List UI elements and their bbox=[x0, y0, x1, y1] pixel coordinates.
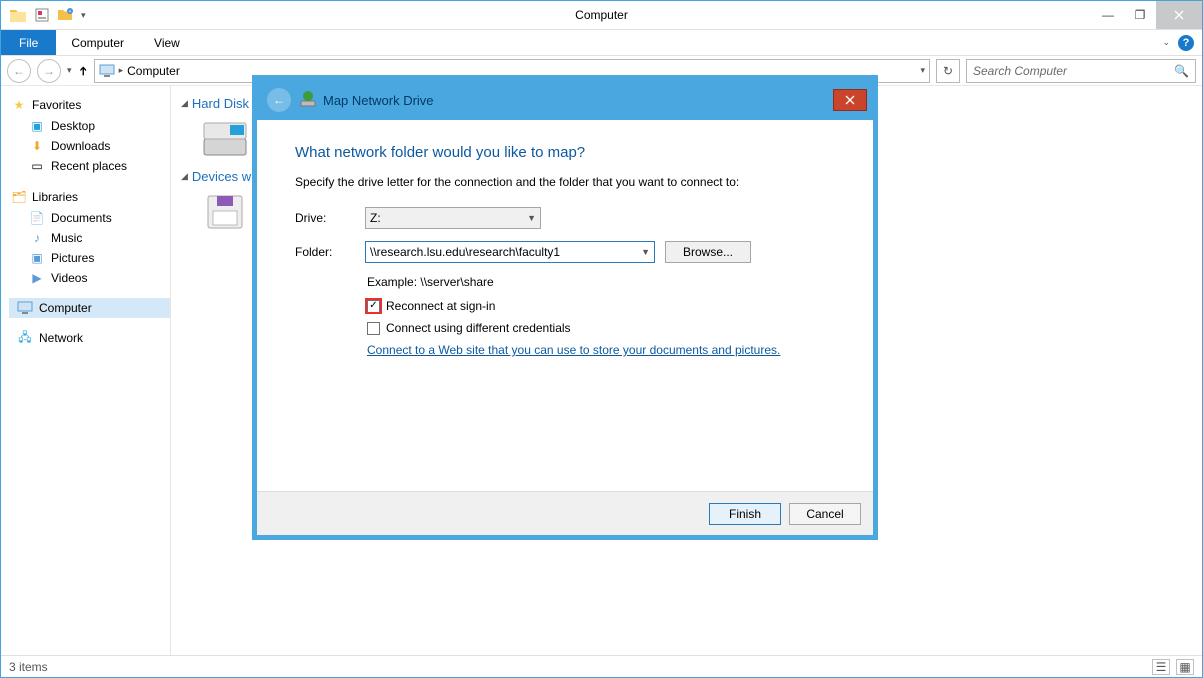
dialog-back-button[interactable]: ← bbox=[267, 88, 291, 112]
star-icon: ★ bbox=[11, 97, 27, 113]
minimize-button[interactable]: — bbox=[1092, 1, 1124, 29]
computer-icon bbox=[99, 63, 115, 79]
videos-icon: ▶ bbox=[29, 270, 45, 286]
libraries-icon: 🗂 bbox=[11, 189, 27, 205]
web-connect-link[interactable]: Connect to a Web site that you can use t… bbox=[367, 343, 835, 357]
svg-text:+: + bbox=[69, 9, 72, 15]
pictures-icon: ▣ bbox=[29, 250, 45, 266]
ribbon-bar: File Computer View ⌄ ? bbox=[1, 30, 1202, 56]
collapse-icon: ◢ bbox=[181, 171, 188, 182]
credentials-checkbox[interactable] bbox=[367, 322, 380, 335]
chevron-down-icon: ▼ bbox=[641, 247, 650, 257]
search-input[interactable]: Search Computer 🔍 bbox=[966, 59, 1196, 83]
credentials-checkbox-row[interactable]: Connect using different credentials bbox=[367, 321, 835, 335]
close-button[interactable] bbox=[1156, 1, 1202, 29]
refresh-button[interactable]: ↻ bbox=[936, 59, 960, 83]
up-button[interactable]: ➔ bbox=[78, 64, 88, 78]
address-chevron-icon[interactable]: ▸ bbox=[119, 65, 124, 76]
help-icon[interactable]: ? bbox=[1178, 35, 1194, 51]
cancel-button[interactable]: Cancel bbox=[789, 503, 861, 525]
forward-button[interactable]: → bbox=[37, 59, 61, 83]
nav-pane: ★ Favorites ▣Desktop ⬇Downloads ▭Recent … bbox=[1, 86, 171, 655]
drive-combobox[interactable]: Z: ▼ bbox=[365, 207, 541, 229]
credentials-label: Connect using different credentials bbox=[386, 321, 571, 335]
sidebar-item-computer[interactable]: Computer bbox=[9, 298, 170, 318]
breadcrumb-computer[interactable]: Computer bbox=[127, 64, 180, 78]
chevron-down-icon: ▼ bbox=[527, 213, 536, 223]
dialog-body: What network folder would you like to ma… bbox=[257, 120, 873, 367]
map-network-drive-dialog: ← Map Network Drive What network folder … bbox=[256, 79, 874, 536]
ribbon-tab-view[interactable]: View bbox=[139, 36, 195, 50]
downloads-icon: ⬇ bbox=[29, 138, 45, 154]
dialog-titlebar: ← Map Network Drive bbox=[257, 80, 873, 120]
computer-icon bbox=[17, 300, 33, 316]
sidebar-item-pictures[interactable]: ▣Pictures bbox=[9, 248, 170, 268]
reconnect-checkbox-row[interactable]: Reconnect at sign-in bbox=[367, 299, 835, 313]
nav-history-dropdown-icon[interactable]: ▾ bbox=[67, 65, 72, 76]
example-text: Example: \\server\share bbox=[367, 275, 835, 289]
folder-icon bbox=[9, 6, 27, 24]
dialog-instruction: Specify the drive letter for the connect… bbox=[295, 175, 835, 189]
title-bar: + ▾ Computer — ❐ bbox=[1, 1, 1202, 30]
view-icons-button[interactable]: ▦ bbox=[1176, 659, 1194, 675]
ribbon-tab-computer[interactable]: Computer bbox=[56, 36, 139, 50]
maximize-button[interactable]: ❐ bbox=[1124, 1, 1156, 29]
sidebar-item-network[interactable]: 🖧 Network bbox=[9, 328, 170, 348]
sidebar-item-desktop[interactable]: ▣Desktop bbox=[9, 116, 170, 136]
highlight-box bbox=[365, 298, 382, 314]
finish-button[interactable]: Finish bbox=[709, 503, 781, 525]
folder-combobox[interactable]: \\research.lsu.edu\research\faculty1 ▼ bbox=[365, 241, 655, 263]
new-folder-icon[interactable]: + bbox=[57, 6, 75, 24]
sidebar-item-music[interactable]: ♪Music bbox=[9, 228, 170, 248]
quick-access-toolbar: + ▾ bbox=[1, 6, 86, 24]
dialog-heading: What network folder would you like to ma… bbox=[295, 144, 835, 161]
dialog-button-row: Finish Cancel bbox=[257, 491, 873, 535]
sidebar-item-documents[interactable]: 📄Documents bbox=[9, 208, 170, 228]
sidebar-item-downloads[interactable]: ⬇Downloads bbox=[9, 136, 170, 156]
floppy-icon bbox=[201, 192, 249, 232]
qat-dropdown-icon[interactable]: ▾ bbox=[81, 10, 86, 21]
address-dropdown-icon[interactable]: ▾ bbox=[920, 65, 925, 76]
documents-icon: 📄 bbox=[29, 210, 45, 226]
ribbon-file-tab[interactable]: File bbox=[1, 30, 56, 55]
status-bar: 3 items ☰ ▦ bbox=[1, 655, 1202, 677]
sidebar-libraries-header[interactable]: 🗂 Libraries bbox=[9, 186, 170, 208]
folder-label: Folder: bbox=[295, 245, 355, 259]
ribbon-expand-icon[interactable]: ⌄ bbox=[1162, 37, 1170, 48]
search-placeholder: Search Computer bbox=[973, 64, 1067, 78]
collapse-icon: ◢ bbox=[181, 98, 188, 109]
sidebar-item-recent[interactable]: ▭Recent places bbox=[9, 156, 170, 176]
desktop-icon: ▣ bbox=[29, 118, 45, 134]
view-details-button[interactable]: ☰ bbox=[1152, 659, 1170, 675]
dialog-close-button[interactable] bbox=[833, 89, 867, 111]
dialog-title: Map Network Drive bbox=[299, 90, 434, 111]
recent-icon: ▭ bbox=[29, 158, 45, 174]
search-icon: 🔍 bbox=[1174, 64, 1189, 78]
hard-drive-icon bbox=[201, 120, 249, 160]
browse-button[interactable]: Browse... bbox=[665, 241, 751, 263]
back-button[interactable]: ← bbox=[7, 59, 31, 83]
sidebar-item-videos[interactable]: ▶Videos bbox=[9, 268, 170, 288]
sidebar-favorites-header[interactable]: ★ Favorites bbox=[9, 94, 170, 116]
reconnect-label: Reconnect at sign-in bbox=[386, 299, 495, 313]
properties-icon[interactable] bbox=[33, 6, 51, 24]
music-icon: ♪ bbox=[29, 230, 45, 246]
window-title: Computer bbox=[1, 8, 1202, 22]
status-item-count: 3 items bbox=[9, 660, 48, 674]
window-controls: — ❐ bbox=[1092, 1, 1202, 29]
drive-label: Drive: bbox=[295, 211, 355, 225]
network-icon: 🖧 bbox=[17, 330, 33, 346]
globe-drive-icon bbox=[299, 90, 317, 111]
